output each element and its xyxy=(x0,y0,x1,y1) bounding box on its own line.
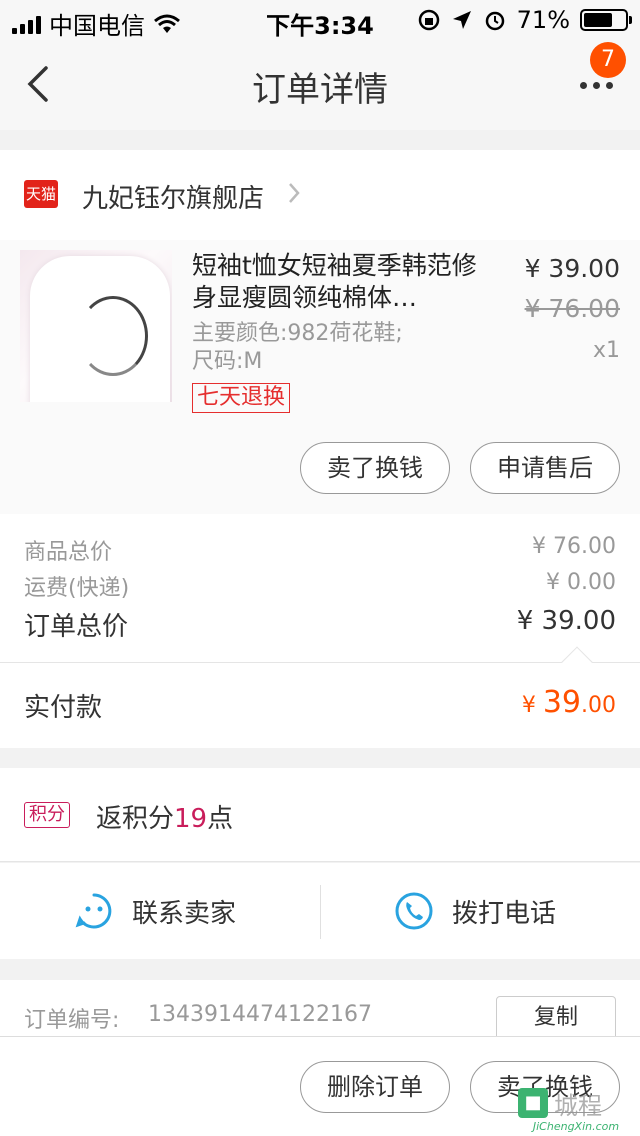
shop-row[interactable]: 天猫 九妃钰尔旗舰店 xyxy=(0,150,640,240)
tmall-logo: 天猫 xyxy=(24,180,58,208)
order-number-row: 订单编号: 1343914474122167 复制 xyxy=(0,980,640,1040)
contact-seller-button[interactable]: 联系卖家 xyxy=(74,891,236,931)
actual-payment-row: 实付款 ¥ 39.00 xyxy=(0,646,640,748)
order-number-label: 订单编号: xyxy=(24,1008,120,1033)
actual-payment-amount: ¥ 39.00 xyxy=(522,685,616,720)
contact-divider xyxy=(320,885,321,939)
delete-order-button[interactable]: 删除订单 xyxy=(300,1061,450,1113)
battery-fill xyxy=(584,13,613,27)
call-phone-button[interactable]: 拨打电话 xyxy=(394,891,556,931)
watermark-url: JiChengXin.com xyxy=(532,1120,620,1133)
watermark-logo-icon: ■ xyxy=(518,1088,548,1118)
price-summary: 商品总价 ¥ 76.00 运费(快递) ¥ 0.00 订单总价 ¥ 39.00 xyxy=(0,514,640,662)
points-prefix: 返积分 xyxy=(96,804,175,834)
actual-payment-label: 实付款 xyxy=(24,693,103,723)
call-phone-label: 拨打电话 xyxy=(452,898,557,929)
alarm-icon xyxy=(485,11,504,31)
points-value: 19 xyxy=(174,804,208,834)
product-price: ¥ 39.00 xyxy=(524,254,620,283)
product-original-price: ¥ 76.00 xyxy=(524,294,620,323)
copy-button[interactable]: 复制 xyxy=(496,996,616,1040)
contact-row: 联系卖家 拨打电话 xyxy=(0,863,640,959)
notification-badge: 7 xyxy=(590,42,626,78)
order-total-label: 订单总价 xyxy=(24,612,129,642)
goods-total-value: ¥ 76.00 xyxy=(532,534,616,559)
goods-total-label: 商品总价 xyxy=(24,540,113,565)
phone-icon xyxy=(395,892,433,930)
points-row: 积分 返积分19点 xyxy=(0,768,640,862)
chevron-right-icon xyxy=(289,183,300,203)
spec-size: 尺码:M xyxy=(192,349,263,374)
shop-name[interactable]: 九妃钰尔旗舰店 xyxy=(82,178,264,215)
spec-color: 主要颜色:982荷花鞋; xyxy=(192,321,403,346)
shipping-label: 运费(快递) xyxy=(24,576,130,601)
status-right: 71% xyxy=(417,6,632,34)
battery-icon xyxy=(580,9,632,31)
payment-currency: ¥ xyxy=(521,693,543,718)
product-specs: 主要颜色:982荷花鞋; 尺码:M xyxy=(192,320,482,376)
rotation-lock-icon xyxy=(418,9,439,31)
points-tag: 积分 xyxy=(24,802,70,828)
product-quantity: x1 xyxy=(592,338,620,363)
order-number-value: 1343914474122167 xyxy=(148,1002,372,1027)
watermark-text: 城程 xyxy=(554,1092,602,1120)
order-total-value: ¥ 39.00 xyxy=(516,606,616,636)
product-item[interactable]: 短袖t恤女短袖夏季韩范修身显瘦圆领纯棉体… 主要颜色:982荷花鞋; 尺码:M … xyxy=(0,240,640,514)
payment-decimal: .00 xyxy=(581,693,616,718)
location-icon xyxy=(452,11,471,29)
page-title: 订单详情 xyxy=(252,70,388,110)
after-sale-button[interactable]: 申请售后 xyxy=(470,442,620,494)
shipping-value: ¥ 0.00 xyxy=(546,570,616,595)
payment-integer: 39 xyxy=(542,685,581,720)
watermark: ■ 城程 JiChengXin.com xyxy=(518,1086,634,1134)
seven-day-return-tag: 七天退换 xyxy=(192,383,291,413)
nav-bar: 订单详情 7 xyxy=(0,40,640,130)
points-text: 返积分19点 xyxy=(96,798,233,835)
contact-seller-label: 联系卖家 xyxy=(132,898,237,929)
battery-percent: 71% xyxy=(516,6,570,34)
points-suffix: 点 xyxy=(207,804,234,834)
sell-for-cash-button[interactable]: 卖了换钱 xyxy=(300,442,450,494)
product-title[interactable]: 短袖t恤女短袖夏季韩范修身显瘦圆领纯棉体… xyxy=(192,250,482,314)
chat-face-icon xyxy=(75,893,112,929)
status-bar: 中国电信 下午3:34 71% xyxy=(0,0,640,40)
product-thumbnail[interactable] xyxy=(20,250,172,402)
